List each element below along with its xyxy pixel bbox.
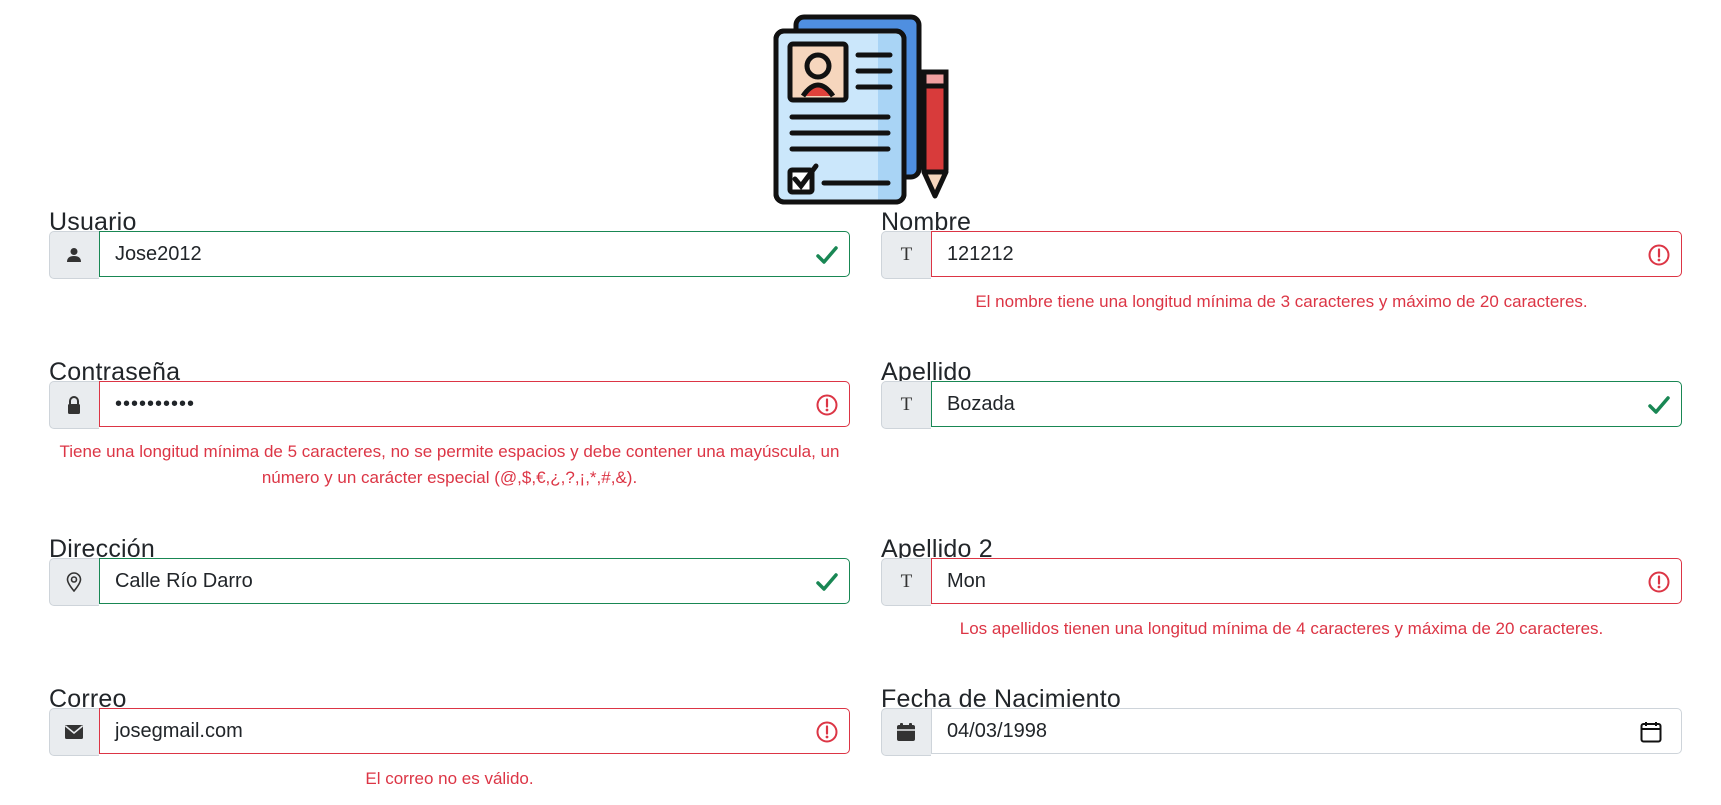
calendar-icon [881, 708, 931, 756]
apellido2-input[interactable]: Mon [930, 558, 1682, 604]
calendar-picker-icon[interactable] [1639, 720, 1663, 744]
password-value: •••••••••• [114, 392, 195, 415]
direccion-value: Calle Río Darro [114, 569, 253, 592]
password-input[interactable]: •••••••••• [98, 381, 850, 427]
fecha-value: 04/03/1998 [946, 719, 1048, 742]
direccion-input[interactable]: Calle Río Darro [98, 558, 850, 604]
registration-form-logo [770, 14, 960, 206]
invalid-alert-icon [816, 394, 838, 416]
valid-check-icon [1648, 396, 1670, 414]
usuario-value: Jose2012 [114, 242, 202, 265]
location-pin-icon [49, 558, 99, 606]
fecha-field: Fecha de Nacimiento 04/03/1998 [881, 682, 1682, 756]
correo-field: Correo josegmail.com El correo no es vál… [49, 682, 850, 802]
apellido2-field: Apellido 2 T Mon Los apellidos tienen un… [881, 532, 1682, 652]
password-error-line2: número y un carácter especial (@,$,€,¿,?… [261, 468, 638, 487]
lock-icon [49, 381, 99, 429]
user-icon [49, 231, 99, 279]
nombre-input[interactable]: 121212 [930, 231, 1682, 277]
fecha-input[interactable]: 04/03/1998 [930, 708, 1682, 754]
apellido-field: Apellido T Bozada [881, 355, 1682, 429]
usuario-input[interactable]: Jose2012 [98, 231, 850, 277]
nombre-value: 121212 [946, 242, 1014, 265]
correo-input[interactable]: josegmail.com [98, 708, 850, 754]
invalid-alert-icon [816, 721, 838, 743]
password-error-line1: Tiene una longitud mínima de 5 caractere… [59, 442, 840, 461]
nombre-error: El nombre tiene una longitud mínima de 3… [975, 292, 1588, 311]
valid-check-icon [816, 573, 838, 591]
text-icon: T [881, 231, 931, 279]
apellido2-value: Mon [946, 569, 986, 592]
apellido-value: Bozada [946, 392, 1015, 415]
invalid-alert-icon [1648, 571, 1670, 593]
direccion-field: Dirección Calle Río Darro [49, 532, 850, 606]
correo-value: josegmail.com [114, 719, 243, 742]
text-icon: T [881, 558, 931, 606]
apellido-input[interactable]: Bozada [930, 381, 1682, 427]
password-field: Contraseña •••••••••• Tiene una longitud… [49, 355, 850, 505]
correo-error: El correo no es válido. [365, 769, 534, 788]
envelope-icon [49, 708, 99, 756]
nombre-field: Nombre T 121212 El nombre tiene una long… [881, 205, 1682, 325]
password-error: Tiene una longitud mínima de 5 caractere… [49, 439, 850, 491]
text-icon: T [881, 381, 931, 429]
valid-check-icon [816, 246, 838, 264]
apellido2-error: Los apellidos tienen una longitud mínima… [959, 619, 1604, 638]
invalid-alert-icon [1648, 244, 1670, 266]
usuario-field: Usuario Jose2012 [49, 205, 850, 279]
